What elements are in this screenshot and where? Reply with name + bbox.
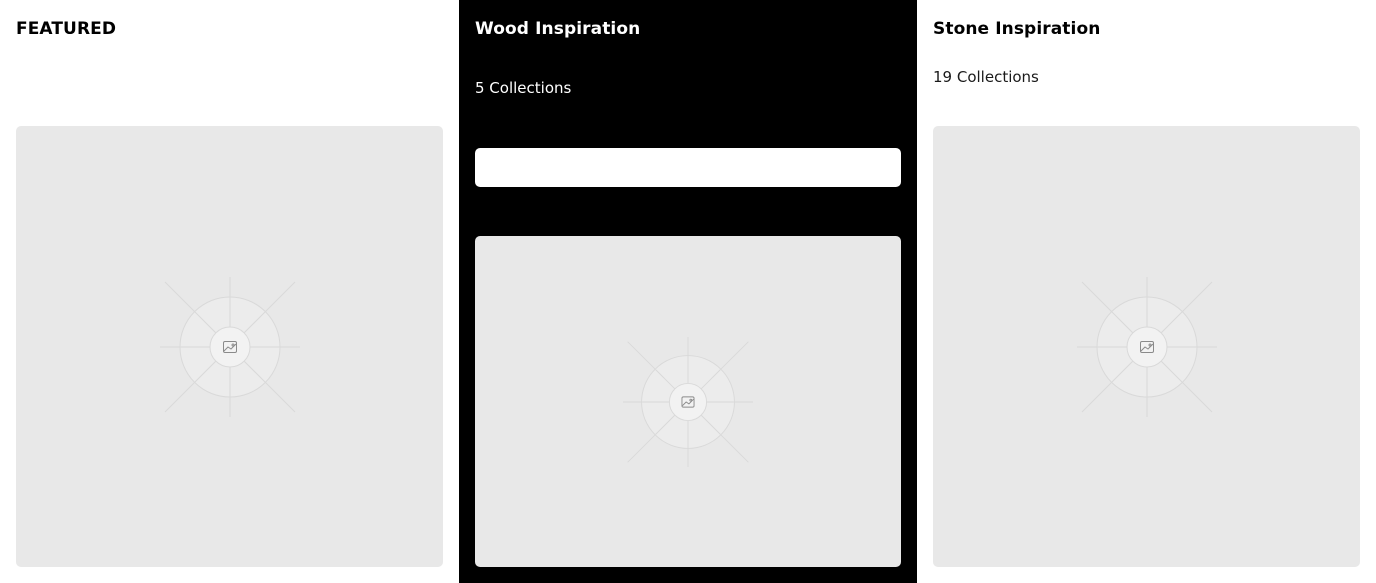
featured-heading: FEATURED bbox=[16, 19, 117, 39]
wood-action-bar[interactable] bbox=[475, 148, 901, 187]
wood-image[interactable] bbox=[475, 236, 901, 567]
wood-collection-count: 5 Collections bbox=[475, 79, 572, 97]
stone-panel: Stone Inspiration 19 Collections bbox=[917, 0, 1376, 583]
stone-heading[interactable]: Stone Inspiration bbox=[933, 18, 1100, 40]
stone-collection-count: 19 Collections bbox=[933, 68, 1039, 86]
featured-panel: FEATURED bbox=[0, 0, 459, 583]
wood-heading[interactable]: Wood Inspiration bbox=[475, 18, 640, 40]
image-placeholder-icon bbox=[159, 276, 300, 417]
featured-image[interactable] bbox=[16, 126, 443, 567]
stone-image[interactable] bbox=[933, 126, 1360, 567]
image-placeholder-icon bbox=[623, 336, 753, 467]
image-placeholder-icon bbox=[1076, 276, 1217, 417]
wood-panel: Wood Inspiration 5 Collections bbox=[459, 0, 917, 583]
